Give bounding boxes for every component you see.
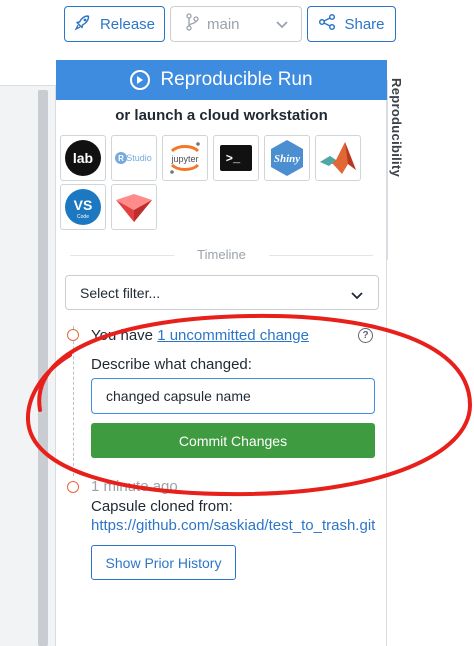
matlab-icon xyxy=(320,142,356,174)
vscode-text: VS xyxy=(74,197,93,213)
reproducible-run-label: Reproducible Run xyxy=(160,69,313,90)
rocket-icon xyxy=(74,13,92,35)
timeline-rail xyxy=(73,326,74,476)
uncommitted-change-link[interactable]: 1 uncommitted change xyxy=(157,327,309,344)
chevron-down-icon xyxy=(350,288,364,304)
cloned-from-label: Capsule cloned from: xyxy=(91,498,233,515)
timeline-filter-select[interactable]: Select filter... xyxy=(65,275,379,310)
release-button[interactable]: Release xyxy=(64,6,165,42)
branch-value: main xyxy=(207,15,240,33)
terminal-icon: >_ xyxy=(220,145,252,171)
share-label: Share xyxy=(344,15,385,33)
vscode-subtext: Code xyxy=(77,214,89,220)
share-icon xyxy=(318,13,336,35)
jupyter-text: jupyter xyxy=(170,154,198,164)
show-prior-history-button[interactable]: Show Prior History xyxy=(91,545,236,580)
svg-text:R: R xyxy=(118,154,124,163)
reproducible-run-button[interactable]: Reproducible Run xyxy=(56,60,387,100)
help-icon[interactable]: ? xyxy=(358,328,373,343)
cloned-url-link[interactable]: https://github.com/saskiad/test_to_trash… xyxy=(91,517,383,534)
shiny-button[interactable]: Shiny xyxy=(264,135,310,181)
cloud-workstation-title: or launch a cloud workstation xyxy=(115,107,328,124)
vscode-icon: VS Code xyxy=(65,189,101,225)
play-icon xyxy=(130,70,151,90)
uncommitted-prefix: You have xyxy=(91,327,158,344)
describe-change-label: Describe what changed: xyxy=(91,356,252,373)
editor-pane xyxy=(0,56,56,646)
jupyterlab-text: lab xyxy=(73,150,93,166)
terminal-button[interactable]: >_ xyxy=(213,135,259,181)
jupyter-icon: jupyter xyxy=(170,142,200,174)
streamlit-icon xyxy=(116,194,152,222)
editor-scrollbar[interactable] xyxy=(38,90,48,646)
uncommitted-status: You have 1 uncommitted change xyxy=(91,327,309,344)
timeline-dot-uncommitted xyxy=(67,329,79,341)
shiny-text: Shiny xyxy=(274,153,300,165)
streamlit-button[interactable] xyxy=(111,184,157,230)
commit-changes-button[interactable]: Commit Changes xyxy=(91,423,375,458)
top-toolbar: Release main Share xyxy=(0,0,474,56)
rstudio-text: Studio xyxy=(126,153,152,163)
timeline-divider-right xyxy=(269,255,373,256)
timeline-dot-cloned xyxy=(67,481,79,493)
filter-placeholder: Select filter... xyxy=(80,284,161,301)
chevron-down-icon xyxy=(275,17,289,34)
jupyter-button[interactable]: jupyter xyxy=(162,135,208,181)
matlab-button[interactable] xyxy=(315,135,361,181)
vscode-button[interactable]: VS Code xyxy=(60,184,106,230)
editor-tab-bar xyxy=(0,56,56,86)
rstudio-icon: R Studio xyxy=(115,152,152,164)
share-button[interactable]: Share xyxy=(307,6,396,42)
reproducibility-panel: Reproducible Run or launch a cloud works… xyxy=(56,60,387,646)
cloned-timestamp: 1 minute ago xyxy=(91,478,178,495)
git-branch-icon xyxy=(185,13,199,35)
rstudio-button[interactable]: R Studio xyxy=(111,135,157,181)
jupyterlab-button[interactable]: lab xyxy=(60,135,106,181)
reproducibility-tab-label: Reproducibility xyxy=(389,78,404,178)
jupyterlab-icon: lab xyxy=(65,140,101,176)
release-label: Release xyxy=(99,15,156,33)
shiny-icon: Shiny xyxy=(271,140,303,176)
commit-message-input[interactable] xyxy=(91,378,375,414)
branch-select[interactable]: main xyxy=(170,6,302,42)
terminal-text: >_ xyxy=(226,152,241,166)
